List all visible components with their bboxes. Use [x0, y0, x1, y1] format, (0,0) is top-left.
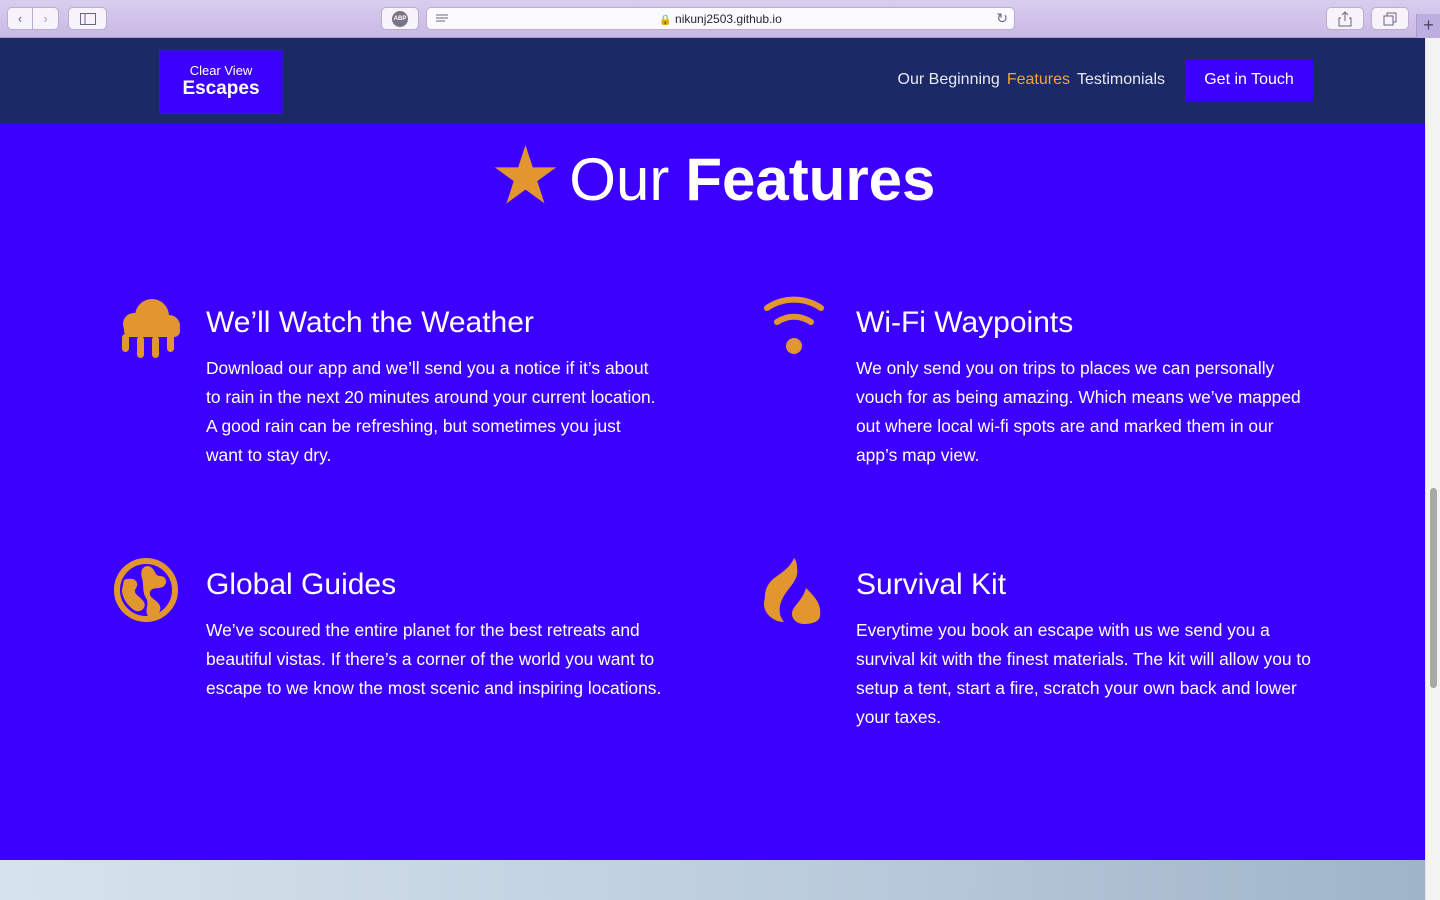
feature-title: Survival Kit [856, 568, 1007, 601]
title-light: Our [569, 145, 670, 213]
back-button[interactable]: ‹ [7, 7, 33, 30]
fire-icon [764, 558, 821, 624]
sidebar-toggle-button[interactable] [68, 7, 107, 30]
page-scrollbar[interactable] [1425, 38, 1440, 900]
feature-title: Global Guides [206, 568, 397, 601]
history-navigation: ‹ › [7, 7, 59, 30]
feature-text: We only send you on trips to places we c… [856, 358, 1301, 465]
share-icon [1338, 10, 1352, 26]
feature-text: We’ve scoured the entire planet for the … [206, 620, 662, 698]
adblock-button[interactable]: ABP [381, 7, 419, 30]
nav-testimonials[interactable]: Testimonials [1077, 71, 1165, 89]
share-button[interactable] [1326, 7, 1364, 30]
logo-line-2: Escapes [182, 78, 260, 99]
feature-text: Download our app and we’ll send you a no… [206, 358, 656, 465]
adblock-icon: ABP [392, 10, 408, 27]
chevron-left-icon: ‹ [17, 11, 23, 26]
globe-icon [114, 558, 178, 622]
lock-icon: 🔒 [659, 15, 672, 26]
site-header: Clear View Escapes Our Beginning Feature… [0, 38, 1425, 124]
title-bold: Features [685, 145, 936, 213]
tabs-overview-button[interactable] [1371, 7, 1409, 30]
reload-icon[interactable]: ↻ [996, 10, 1008, 27]
wifi-icon [764, 296, 824, 354]
browser-toolbar: ‹ › ABP 🔒 nikunj2503.github.io ↻ + [0, 0, 1440, 38]
new-tab-button[interactable]: + [1416, 14, 1440, 38]
tabs-icon [1383, 12, 1397, 25]
nav-features[interactable]: Features [1007, 71, 1070, 89]
web-page: Clear View Escapes Our Beginning Feature… [0, 38, 1425, 900]
cloud-rain-icon [122, 299, 180, 358]
scrollbar-thumb[interactable] [1430, 488, 1437, 688]
chevron-right-icon: › [43, 11, 48, 26]
plus-icon: + [1423, 15, 1434, 35]
features-section: ★ Our Features We’ll Watch the Weather D [0, 124, 1425, 860]
sidebar-icon [79, 12, 96, 25]
address-bar[interactable]: 🔒 nikunj2503.github.io ↻ [426, 7, 1015, 30]
url-text: 🔒 nikunj2503.github.io [427, 12, 1014, 26]
feature-title: Wi-Fi Waypoints [856, 306, 1074, 339]
feature-text: Everytime you book an escape with us we … [856, 620, 1311, 727]
get-in-touch-button[interactable]: Get in Touch [1185, 59, 1313, 101]
section-title: ★ Our Features [0, 131, 1425, 220]
url-label: nikunj2503.github.io [675, 12, 782, 26]
site-logo[interactable]: Clear View Escapes [159, 50, 283, 114]
logo-line-1: Clear View [189, 63, 253, 78]
nav-our-beginning[interactable]: Our Beginning [898, 71, 1000, 89]
hero-image-preview [0, 860, 1425, 900]
feature-title: We’ll Watch the Weather [206, 306, 534, 339]
star-icon: ★ [489, 131, 562, 220]
forward-button[interactable]: › [33, 7, 59, 30]
main-nav: Our Beginning Features Testimonials [898, 71, 1165, 89]
